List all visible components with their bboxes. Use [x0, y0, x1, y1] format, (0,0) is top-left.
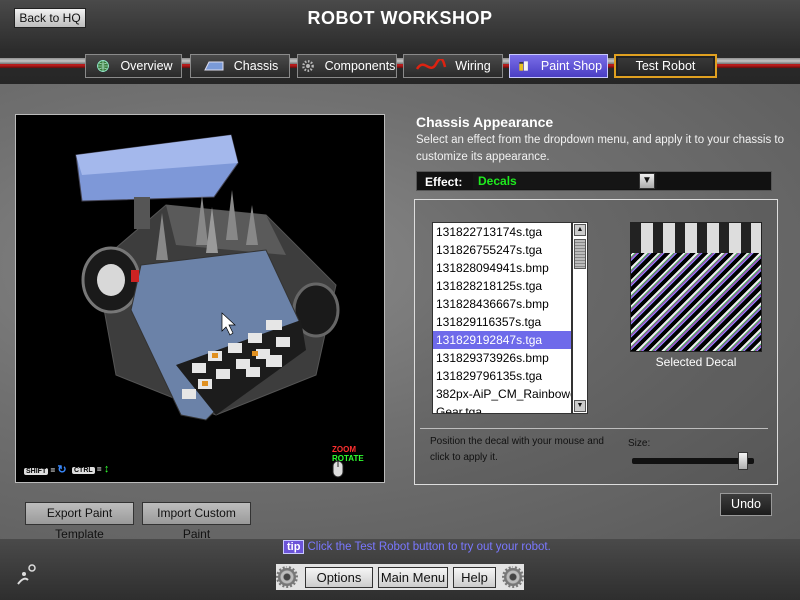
panel-title: Chassis Appearance [416, 114, 554, 130]
import-custom-paint-button[interactable]: Import Custom Paint [142, 502, 251, 541]
list-item[interactable]: 131829373926s.bmp [433, 349, 571, 367]
rotate-arrows-icon: ↻ [57, 464, 67, 476]
effect-dropdown[interactable]: Decals [473, 173, 657, 189]
size-label: Size: [628, 438, 651, 449]
equals-sign: = [50, 466, 56, 475]
scroll-thumb[interactable] [574, 239, 586, 269]
options-button[interactable]: Options [305, 567, 373, 588]
list-item[interactable]: Gear.tga [433, 403, 571, 413]
robot-model [75, 134, 340, 421]
tab-label: Test Robot [635, 59, 696, 73]
tip-bar: tip Click the Test Robot button to try ou… [283, 540, 551, 554]
wire-icon [416, 59, 447, 70]
equals-sign: = [96, 465, 102, 474]
tab-label: Components [324, 59, 396, 73]
dropdown-arrow-icon[interactable]: ▼ [639, 173, 655, 189]
help-button[interactable]: Help [453, 567, 496, 588]
panel-description: Select an effect from the dropdown menu,… [416, 134, 784, 163]
decal-file-list[interactable]: 131822713174s.tga 131826755247s.tga 1318… [432, 222, 572, 414]
list-item[interactable]: 131828436667s.bmp [433, 295, 571, 313]
game-logo-icon [17, 564, 36, 585]
list-item[interactable]: 131822713174s.tga [433, 223, 571, 241]
list-item[interactable]: 131829116357s.tga [433, 313, 571, 331]
list-item[interactable]: 131828218125s.tga [433, 277, 571, 295]
list-item[interactable]: 131826755247s.tga [433, 241, 571, 259]
size-slider-thumb[interactable] [738, 452, 748, 470]
main-menu-button[interactable]: Main Menu [378, 567, 448, 588]
gear-icon [276, 566, 298, 588]
tip-badge: tip [283, 540, 305, 554]
size-slider[interactable] [632, 452, 754, 470]
tab-label: Overview [120, 59, 173, 73]
undo-button[interactable]: Undo [720, 493, 772, 516]
shift-key: SHIFT [24, 468, 49, 475]
selected-decal-preview [630, 222, 762, 352]
gear-icon [502, 566, 524, 588]
tab-components[interactable]: Components [297, 54, 397, 78]
tab-wiring[interactable]: Wiring [403, 54, 503, 78]
gear-icon [301, 60, 314, 72]
position-hint: Position the decal with your mouse and c… [430, 436, 604, 463]
file-list-scrollbar[interactable]: ▲ ▼ [572, 222, 588, 414]
export-paint-template-button[interactable]: Export Paint Template [25, 502, 134, 541]
tip-text: Click the Test Robot button to try out y… [307, 541, 551, 553]
list-item[interactable]: 131829796135s.tga [433, 367, 571, 385]
top-bar: Back to HQ ROBOT WORKSHOP Overview Chass… [0, 0, 800, 84]
ctrl-hint: CTRL = ↕ [72, 463, 109, 475]
paint-icon [519, 61, 528, 71]
tab-overview[interactable]: Overview [85, 54, 182, 78]
tab-label: Chassis [233, 59, 279, 73]
tab-test-robot[interactable]: Test Robot [614, 54, 717, 78]
list-item[interactable]: 131828094941s.bmp [433, 259, 571, 277]
divider [420, 428, 768, 429]
tab-label: Paint Shop [540, 59, 603, 73]
effect-row: Effect: Decals ▼ [416, 171, 772, 191]
globe-icon [97, 60, 110, 72]
tab-paint-shop[interactable]: Paint Shop [509, 54, 608, 78]
effect-label: Effect: [425, 175, 463, 189]
mouse-icon [332, 460, 344, 478]
selected-decal-caption: Selected Decal [655, 355, 737, 369]
robot-3d-viewport[interactable]: SHIFT = ↻ CTRL = ↕ ZOOM ROTATE [15, 114, 385, 483]
page-title: ROBOT WORKSHOP [307, 8, 493, 28]
vertical-arrows-icon: ↕ [103, 463, 110, 475]
scroll-up-icon[interactable]: ▲ [574, 224, 586, 236]
shift-hint: SHIFT = ↻ [24, 463, 67, 476]
list-item-selected[interactable]: 131829192847s.tga [433, 331, 571, 349]
chassis-icon [203, 61, 224, 71]
ctrl-key: CTRL [72, 467, 95, 474]
tab-chassis[interactable]: Chassis [190, 54, 290, 78]
zoom-label: ZOOM [332, 445, 356, 454]
scroll-down-icon[interactable]: ▼ [574, 400, 586, 412]
tab-label: Wiring [455, 59, 491, 73]
list-item[interactable]: 382px-AiP_CM_Rainbowdash [433, 385, 571, 403]
